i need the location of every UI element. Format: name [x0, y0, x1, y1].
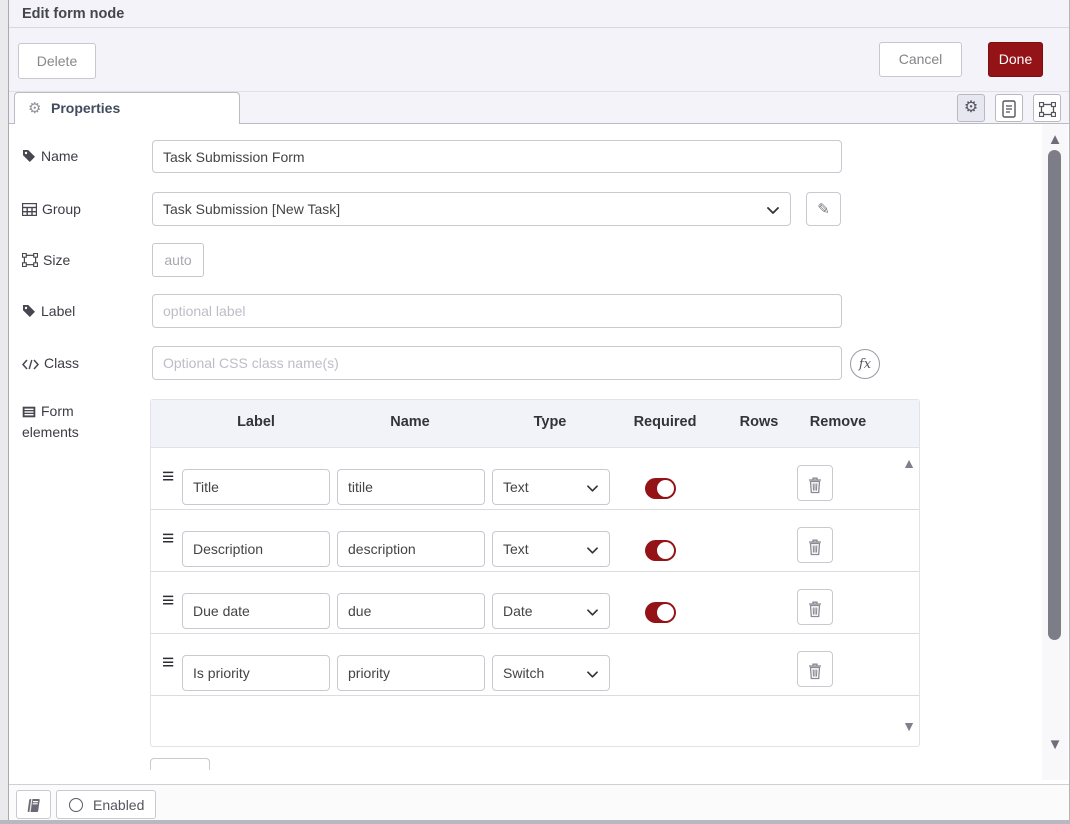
tag-icon: [22, 149, 36, 166]
trash-icon: [808, 601, 822, 618]
book-icon: [26, 798, 41, 813]
size-field-label: Size: [22, 252, 70, 270]
node-red-editor: Edit form node Delete Cancel Done ⚙ Prop…: [0, 0, 1070, 824]
dialog-footer: Enabled: [9, 784, 1069, 820]
form-elements-table-header: Label Name Type Required Rows Remove: [151, 400, 919, 448]
required-toggle[interactable]: [645, 602, 676, 623]
column-header-type: Type: [534, 414, 567, 430]
edit-group-button[interactable]: ✎: [806, 192, 841, 226]
table-grid-icon: [22, 203, 37, 219]
drag-handle-icon[interactable]: ≡: [162, 465, 174, 489]
remove-element-button[interactable]: [797, 527, 833, 563]
element-type-select[interactable]: Date: [492, 593, 610, 629]
class-field-label: Class: [22, 355, 79, 373]
group-select-value: Task Submission [New Task]: [163, 201, 340, 217]
size-auto-button[interactable]: auto: [152, 243, 204, 277]
dialog-scrollbar: ▲ ▼: [1042, 124, 1068, 780]
dialog-header: Edit form node: [9, 0, 1069, 28]
scrollbar-thumb[interactable]: [1048, 150, 1061, 640]
tab-properties[interactable]: ⚙ Properties: [14, 92, 240, 124]
name-field-label: Name: [22, 148, 78, 166]
add-element-button[interactable]: [150, 758, 210, 770]
bottom-edge: [0, 820, 1070, 824]
element-name-input[interactable]: [337, 469, 485, 505]
element-label-input[interactable]: [182, 655, 330, 691]
group-field-label: Group: [22, 201, 81, 219]
column-header-label: Label: [237, 414, 275, 430]
cancel-button[interactable]: Cancel: [879, 42, 962, 77]
tab-button-properties[interactable]: ⚙: [957, 94, 985, 122]
element-type-select[interactable]: Text: [492, 531, 610, 567]
gear-icon: ⚙: [28, 99, 41, 117]
edit-form-node-dialog: Edit form node Delete Cancel Done ⚙ Prop…: [9, 0, 1070, 824]
status-circle-icon: [69, 798, 83, 812]
remove-element-button[interactable]: [797, 589, 833, 625]
object-group-icon: [1039, 102, 1056, 117]
form-elements-table: Label Name Type Required Rows Remove ≡ T…: [150, 399, 920, 747]
class-input[interactable]: [152, 346, 842, 380]
element-type-select[interactable]: Switch: [492, 655, 610, 691]
object-size-icon: [22, 253, 38, 270]
pencil-icon: ✎: [817, 201, 830, 218]
label-field-label: Label: [22, 303, 75, 321]
dialog-title: Edit form node: [22, 6, 124, 22]
scroll-up-icon[interactable]: ▲: [1042, 131, 1068, 148]
chevron-down-icon: [587, 541, 598, 557]
element-name-input[interactable]: [337, 531, 485, 567]
trash-icon: [808, 663, 822, 680]
code-icon: [22, 357, 39, 373]
form-element-row: ≡ Date: [151, 572, 919, 634]
element-label-input[interactable]: [182, 469, 330, 505]
required-toggle[interactable]: [645, 540, 676, 561]
delete-button[interactable]: Delete: [18, 43, 96, 79]
label-input[interactable]: [152, 294, 842, 328]
library-button[interactable]: [16, 790, 51, 819]
form-element-row: ≡ Switch: [151, 634, 919, 696]
required-toggle[interactable]: [645, 478, 676, 499]
column-header-rows: Rows: [740, 414, 779, 430]
group-select[interactable]: Task Submission [New Task]: [152, 192, 791, 226]
column-header-remove: Remove: [810, 414, 866, 430]
chevron-down-icon: [587, 603, 598, 619]
tab-button-appearance[interactable]: [1033, 94, 1061, 122]
tag-icon: [22, 304, 36, 321]
column-header-name: Name: [390, 414, 430, 430]
element-label-input[interactable]: [182, 531, 330, 567]
tab-button-description[interactable]: [995, 94, 1023, 122]
element-label-input[interactable]: [182, 593, 330, 629]
chevron-down-icon: [587, 479, 598, 495]
column-header-required: Required: [634, 414, 697, 430]
remove-element-button[interactable]: [797, 651, 833, 687]
form-element-row: ≡ Text: [151, 448, 919, 510]
document-icon: [1001, 100, 1017, 118]
expression-fx-button[interactable]: fx: [850, 349, 880, 379]
element-name-input[interactable]: [337, 655, 485, 691]
element-type-select[interactable]: Text: [492, 469, 610, 505]
enabled-toggle-button[interactable]: Enabled: [56, 790, 156, 819]
table-scroll-down-icon[interactable]: ▼: [899, 718, 919, 734]
trash-icon: [808, 539, 822, 556]
drag-handle-icon[interactable]: ≡: [162, 651, 174, 675]
enabled-label: Enabled: [93, 797, 144, 813]
form-element-row: ≡ Text: [151, 510, 919, 572]
scroll-down-icon[interactable]: ▼: [1042, 736, 1068, 753]
list-icon: [22, 404, 36, 423]
remove-element-button[interactable]: [797, 465, 833, 501]
editor-tab-bar: ⚙ Properties ⚙: [9, 92, 1069, 124]
form-elements-label: Form elements: [22, 402, 112, 442]
done-button[interactable]: Done: [988, 42, 1043, 77]
dialog-toolbar: Delete Cancel Done: [9, 28, 1069, 92]
tab-properties-label: Properties: [51, 100, 120, 116]
name-input[interactable]: [152, 140, 842, 173]
chevron-down-icon: [587, 665, 598, 681]
drag-handle-icon[interactable]: ≡: [162, 527, 174, 551]
table-scroll-up-icon[interactable]: ▲: [899, 455, 919, 471]
fx-icon: fx: [859, 357, 871, 372]
gear-icon: ⚙: [964, 99, 978, 116]
trash-icon: [808, 477, 822, 494]
chevron-down-icon: [767, 201, 779, 217]
element-name-input[interactable]: [337, 593, 485, 629]
drag-handle-icon[interactable]: ≡: [162, 589, 174, 613]
tray-left-edge: [0, 0, 9, 824]
